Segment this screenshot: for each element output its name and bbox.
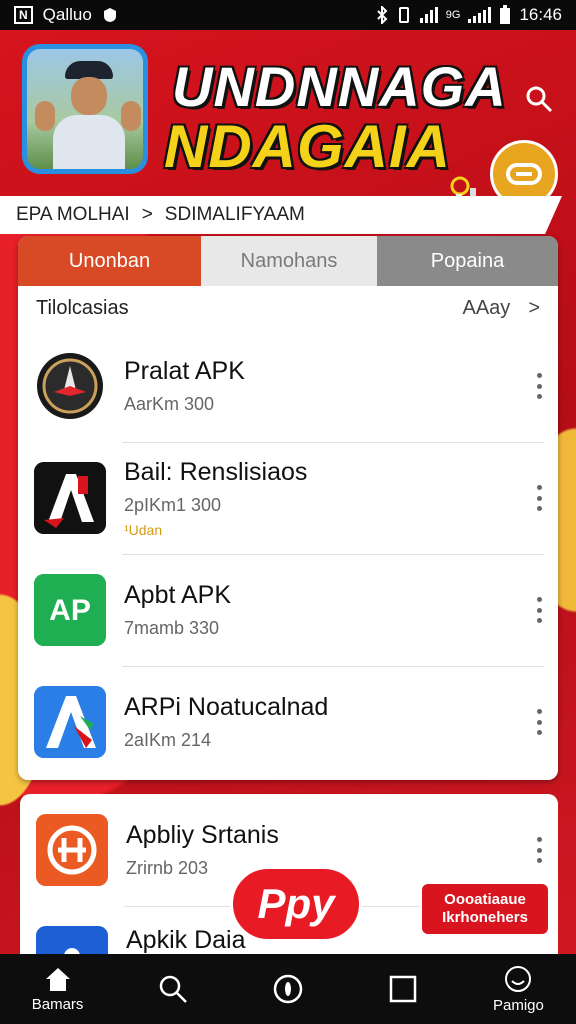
profile-avatar[interactable] — [22, 44, 148, 174]
tab-bar: Unonban Namohans Popaina — [18, 236, 558, 286]
bottom-navigation: Bamars Pamigo — [0, 954, 576, 1024]
tab-third[interactable]: Popaina — [377, 236, 558, 286]
compass-icon — [273, 974, 303, 1004]
hash-app-icon — [36, 814, 108, 886]
square-icon — [389, 975, 417, 1003]
compass-app-icon — [34, 350, 106, 422]
vibrate-icon — [398, 7, 409, 23]
app-name: Apbliy Srtanis — [126, 821, 279, 849]
floating-action-pill[interactable]: Ppy — [230, 866, 362, 942]
link-icon — [506, 163, 542, 185]
app-info: Apbt APK 7mamb 330 — [124, 581, 231, 639]
more-options-icon[interactable] — [536, 373, 542, 399]
breadcrumb-item-current[interactable]: SDIMALIFYAAM — [165, 204, 305, 226]
nav-home[interactable]: Bamars — [0, 966, 115, 1013]
see-all-label: AAay — [462, 296, 511, 319]
list-item[interactable]: Pralat APK AarKm 300 — [18, 330, 558, 442]
nav-search[interactable] — [115, 974, 230, 1004]
app-meta: AarKm 300 — [124, 394, 215, 414]
app-info: Pralat APK AarKm 300 — [124, 357, 245, 415]
section-title: Tilolcasias — [36, 296, 129, 319]
network-type-label: 9G — [445, 9, 461, 21]
app-name: Bail: Renslisiaos — [124, 458, 308, 486]
uniform-shape — [53, 115, 125, 169]
more-options-icon[interactable] — [536, 597, 542, 623]
letter-a-blue-app-icon — [34, 686, 106, 758]
nav-profile-label: Pamigo — [492, 996, 544, 1014]
more-options-icon[interactable] — [536, 837, 542, 863]
section-header: Tilolcasias AAay > — [18, 286, 558, 330]
shield-icon — [103, 8, 116, 22]
left-hand-shape — [35, 101, 55, 131]
notification-icon: N — [14, 6, 33, 24]
smiley-icon — [505, 965, 532, 992]
app-info: Bail: Renslisiaos 2pIKm1 300 ¹Udan — [124, 458, 307, 538]
breadcrumb-separator: > — [141, 204, 153, 225]
app-info: Apkik Daia — [126, 926, 246, 955]
svg-text:AP: AP — [49, 594, 91, 627]
nav-home-label: Bamars — [31, 995, 84, 1013]
letter-a-app-icon — [34, 462, 106, 534]
banner-title-line2: NDAGAIA — [164, 113, 451, 180]
app-list-card: Unonban Namohans Popaina Tilolcasias AAa… — [18, 236, 558, 780]
app-name: Pralat APK — [124, 357, 245, 385]
face-shape — [71, 77, 107, 115]
status-app-text: Qalluo — [42, 5, 92, 24]
promo-line1: Oooatiaaue — [444, 891, 526, 908]
see-all-link[interactable]: AAay > — [463, 297, 541, 320]
nav-recents[interactable] — [346, 975, 461, 1003]
tab-second[interactable]: Namohans — [201, 236, 377, 286]
breadcrumb: EPA MOLHAI > SDIMALIFYAAM — [0, 196, 562, 234]
promo-button[interactable]: Oooatiaaue Ikrhonehers — [420, 882, 550, 936]
app-info: ARPi Noatucalnad 2aIKm 214 — [124, 693, 328, 751]
ap-app-icon: AP — [34, 574, 106, 646]
header-banner: UNDNNAGA NDAGAIA — [0, 30, 576, 212]
battery-icon — [500, 5, 511, 24]
wifi-signal-icon — [419, 7, 438, 23]
promo-line2: Ikrhonehers — [442, 909, 528, 926]
list-item[interactable]: Bail: Renslisiaos 2pIKm1 300 ¹Udan — [18, 442, 558, 554]
right-hand-shape — [121, 101, 141, 131]
list-item[interactable]: AP Apbt APK 7mamb 330 — [18, 554, 558, 666]
app-name: Apkik Daia — [126, 926, 246, 954]
nav-profile[interactable]: Pamigo — [461, 965, 576, 1014]
app-meta: 2pIKm1 300 — [124, 495, 222, 515]
search-icon — [159, 975, 187, 1003]
more-options-icon[interactable] — [536, 709, 542, 735]
search-icon[interactable] — [524, 84, 554, 114]
nav-explore[interactable] — [230, 974, 345, 1004]
list-item[interactable]: ARPi Noatucalnad 2aIKm 214 — [18, 666, 558, 778]
cell-signal-icon — [468, 7, 492, 23]
app-name: Apbt APK — [124, 581, 232, 609]
tab-first[interactable]: Unonban — [18, 236, 201, 286]
bluetooth-icon — [377, 6, 388, 24]
breadcrumb-item-home[interactable]: EPA MOLHAI — [16, 204, 130, 226]
chevron-right-icon: > — [528, 296, 540, 319]
app-meta: 7mamb 330 — [124, 618, 220, 638]
banner-title-line1: UNDNNAGA — [172, 55, 507, 118]
status-bar: N Qalluo 9G 16:46 — [0, 0, 576, 30]
more-options-icon[interactable] — [536, 485, 542, 511]
app-meta: 2aIKm 214 — [124, 730, 212, 750]
status-time: 16:46 — [519, 5, 562, 24]
app-tag: ¹Udan — [124, 522, 163, 538]
home-icon — [45, 967, 70, 991]
app-name: ARPi Noatucalnad — [124, 693, 329, 721]
